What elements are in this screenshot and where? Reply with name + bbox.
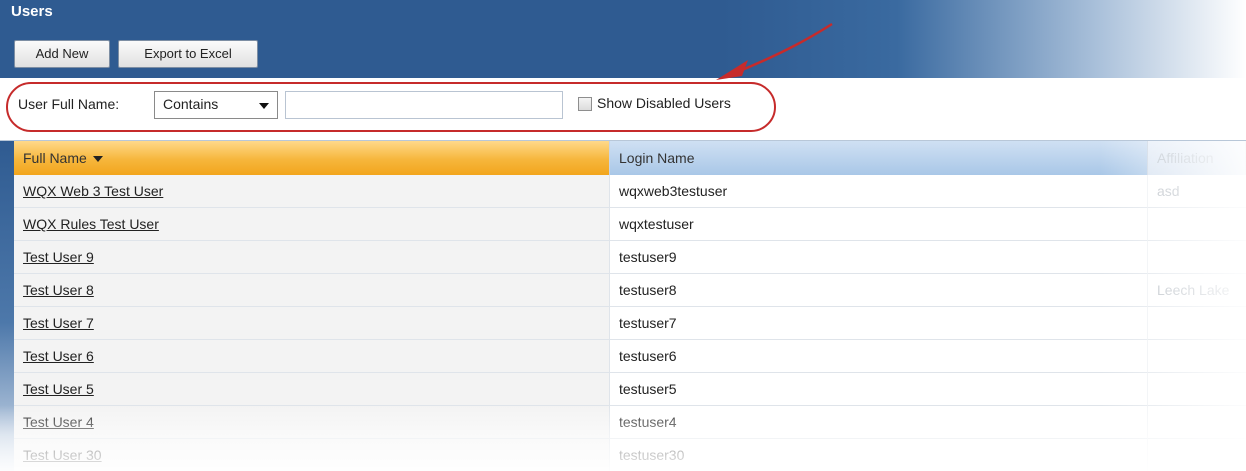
login-name-cell: testuser5 [610, 373, 1148, 406]
full-name-cell: Test User 4 [14, 406, 610, 439]
login-name-cell: wqxtestuser [610, 208, 1148, 241]
user-link[interactable]: WQX Web 3 Test User [23, 183, 163, 199]
affiliation-cell: asd [1148, 175, 1246, 208]
affiliation-cell [1148, 241, 1246, 274]
user-link[interactable]: Test User 8 [23, 282, 94, 298]
login-name-cell: testuser6 [610, 340, 1148, 373]
affiliation-cell [1148, 208, 1246, 241]
table-row: Test User 8 testuser8 Leech Lake [14, 274, 1246, 307]
user-link[interactable]: WQX Rules Test User [23, 216, 159, 232]
full-name-cell: Test User 30 [14, 439, 610, 471]
user-link[interactable]: Test User 6 [23, 348, 94, 364]
affiliation-cell [1148, 406, 1246, 439]
affiliation-cell [1148, 439, 1246, 471]
header-bar: Users Add New Export to Excel [0, 0, 1246, 78]
table-row: WQX Web 3 Test User wqxweb3testuser asd [14, 175, 1246, 208]
full-name-cell: WQX Web 3 Test User [14, 175, 610, 208]
left-edge-strip [0, 141, 14, 471]
column-header-label: Affiliation [1157, 150, 1214, 166]
operator-dropdown[interactable]: Contains [154, 91, 278, 119]
column-header-affiliation[interactable]: Affiliation [1148, 141, 1246, 175]
full-name-cell: Test User 8 [14, 274, 610, 307]
table-row: Test User 5 testuser5 [14, 373, 1246, 406]
table-row: Test User 4 testuser4 [14, 406, 1246, 439]
grid-header: Full Name Login Name Affiliation [14, 141, 1246, 175]
user-link[interactable]: Test User 30 [23, 447, 102, 463]
user-link[interactable]: Test User 7 [23, 315, 94, 331]
login-name-cell: testuser8 [610, 274, 1148, 307]
affiliation-cell [1148, 373, 1246, 406]
full-name-filter-input[interactable] [285, 91, 563, 119]
user-full-name-label: User Full Name: [18, 96, 120, 112]
user-link[interactable]: Test User 5 [23, 381, 94, 397]
user-link[interactable]: Test User 9 [23, 249, 94, 265]
full-name-cell: WQX Rules Test User [14, 208, 610, 241]
login-name-cell: testuser7 [610, 307, 1148, 340]
users-grid: WQX Web 3 Test User wqxweb3testuser asd … [14, 175, 1246, 471]
full-name-cell: Test User 6 [14, 340, 610, 373]
column-header-label: Login Name [619, 150, 695, 166]
table-row: Test User 6 testuser6 [14, 340, 1246, 373]
full-name-cell: Test User 5 [14, 373, 610, 406]
login-name-cell: testuser9 [610, 241, 1148, 274]
export-to-excel-button[interactable]: Export to Excel [118, 40, 258, 68]
user-link[interactable]: Test User 4 [23, 414, 94, 430]
filter-bar: User Full Name: Contains Show Disabled U… [0, 78, 1246, 141]
login-name-cell: wqxweb3testuser [610, 175, 1148, 208]
column-header-label: Full Name [23, 150, 87, 166]
sort-descending-icon [92, 156, 103, 163]
show-disabled-checkbox[interactable] [578, 97, 592, 111]
table-row: Test User 9 testuser9 [14, 241, 1246, 274]
add-new-button[interactable]: Add New [14, 40, 110, 68]
full-name-cell: Test User 7 [14, 307, 610, 340]
table-row: Test User 7 testuser7 [14, 307, 1246, 340]
table-row: WQX Rules Test User wqxtestuser [14, 208, 1246, 241]
affiliation-cell: Leech Lake [1148, 274, 1246, 307]
show-disabled-label: Show Disabled Users [597, 95, 731, 111]
column-header-full-name[interactable]: Full Name [14, 141, 610, 175]
chevron-down-icon [259, 103, 269, 109]
table-row: Test User 30 testuser30 [14, 439, 1246, 471]
affiliation-cell [1148, 307, 1246, 340]
users-page: Users Add New Export to Excel User Full … [0, 0, 1246, 471]
login-name-cell: testuser30 [610, 439, 1148, 471]
login-name-cell: testuser4 [610, 406, 1148, 439]
affiliation-cell [1148, 340, 1246, 373]
column-header-login-name[interactable]: Login Name [610, 141, 1148, 175]
full-name-cell: Test User 9 [14, 241, 610, 274]
page-title: Users [11, 3, 53, 20]
operator-selected-value: Contains [163, 96, 219, 112]
